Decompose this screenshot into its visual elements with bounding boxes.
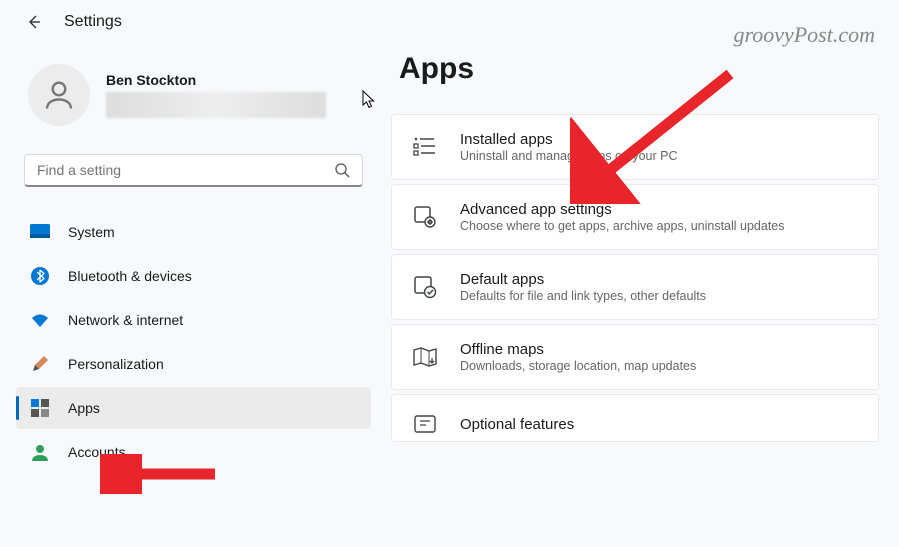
card-offline-maps[interactable]: Offline maps Downloads, storage location…	[391, 324, 879, 390]
card-desc: Uninstall and manage apps on your PC	[460, 149, 858, 163]
search-field[interactable]	[37, 162, 334, 178]
bluetooth-icon	[30, 266, 50, 286]
search-input[interactable]	[24, 154, 363, 187]
card-title: Offline maps	[460, 341, 858, 358]
sidebar-item-bluetooth[interactable]: Bluetooth & devices	[16, 255, 371, 297]
sidebar-item-personalization[interactable]: Personalization	[16, 343, 371, 385]
profile[interactable]: Ben Stockton	[16, 60, 371, 146]
sidebar-item-apps[interactable]: Apps	[16, 387, 371, 429]
card-title: Optional features	[460, 416, 858, 433]
network-icon	[30, 310, 50, 330]
profile-name: Ben Stockton	[106, 72, 359, 88]
installed-apps-icon	[412, 134, 438, 160]
personalization-icon	[30, 354, 50, 374]
card-desc: Choose where to get apps, archive apps, …	[460, 219, 858, 233]
nav-label: System	[68, 224, 115, 240]
nav-label: Network & internet	[68, 312, 183, 328]
card-title: Default apps	[460, 271, 858, 288]
card-title: Advanced app settings	[460, 201, 858, 218]
optional-features-icon	[412, 411, 438, 437]
card-optional-features[interactable]: Optional features	[391, 394, 879, 442]
apps-icon	[30, 398, 50, 418]
sidebar-item-network[interactable]: Network & internet	[16, 299, 371, 341]
card-default-apps[interactable]: Default apps Defaults for file and link …	[391, 254, 879, 320]
card-advanced-app-settings[interactable]: Advanced app settings Choose where to ge…	[391, 184, 879, 250]
page-title: Apps	[391, 52, 879, 86]
offline-maps-icon	[412, 344, 438, 370]
nav-label: Accounts	[68, 444, 126, 460]
card-desc: Downloads, storage location, map updates	[460, 359, 858, 373]
card-installed-apps[interactable]: Installed apps Uninstall and manage apps…	[391, 114, 879, 180]
search-icon	[334, 162, 350, 178]
nav-list: System Bluetooth & devices Network & int…	[16, 211, 371, 473]
nav-label: Bluetooth & devices	[68, 268, 192, 284]
sidebar: Ben Stockton System	[16, 44, 371, 473]
nav-label: Apps	[68, 400, 100, 416]
avatar	[28, 64, 90, 126]
main-content: Apps Installed apps Uninstall and manage…	[391, 44, 883, 473]
back-button[interactable]	[24, 12, 44, 32]
header-title: Settings	[64, 13, 122, 31]
sidebar-item-accounts[interactable]: Accounts	[16, 431, 371, 473]
profile-email-redacted	[106, 92, 326, 118]
advanced-settings-icon	[412, 204, 438, 230]
card-title: Installed apps	[460, 131, 858, 148]
watermark: groovyPost.com	[733, 22, 875, 48]
card-desc: Defaults for file and link types, other …	[460, 289, 858, 303]
default-apps-icon	[412, 274, 438, 300]
system-icon	[30, 222, 50, 242]
accounts-icon	[30, 442, 50, 462]
sidebar-item-system[interactable]: System	[16, 211, 371, 253]
nav-label: Personalization	[68, 356, 164, 372]
